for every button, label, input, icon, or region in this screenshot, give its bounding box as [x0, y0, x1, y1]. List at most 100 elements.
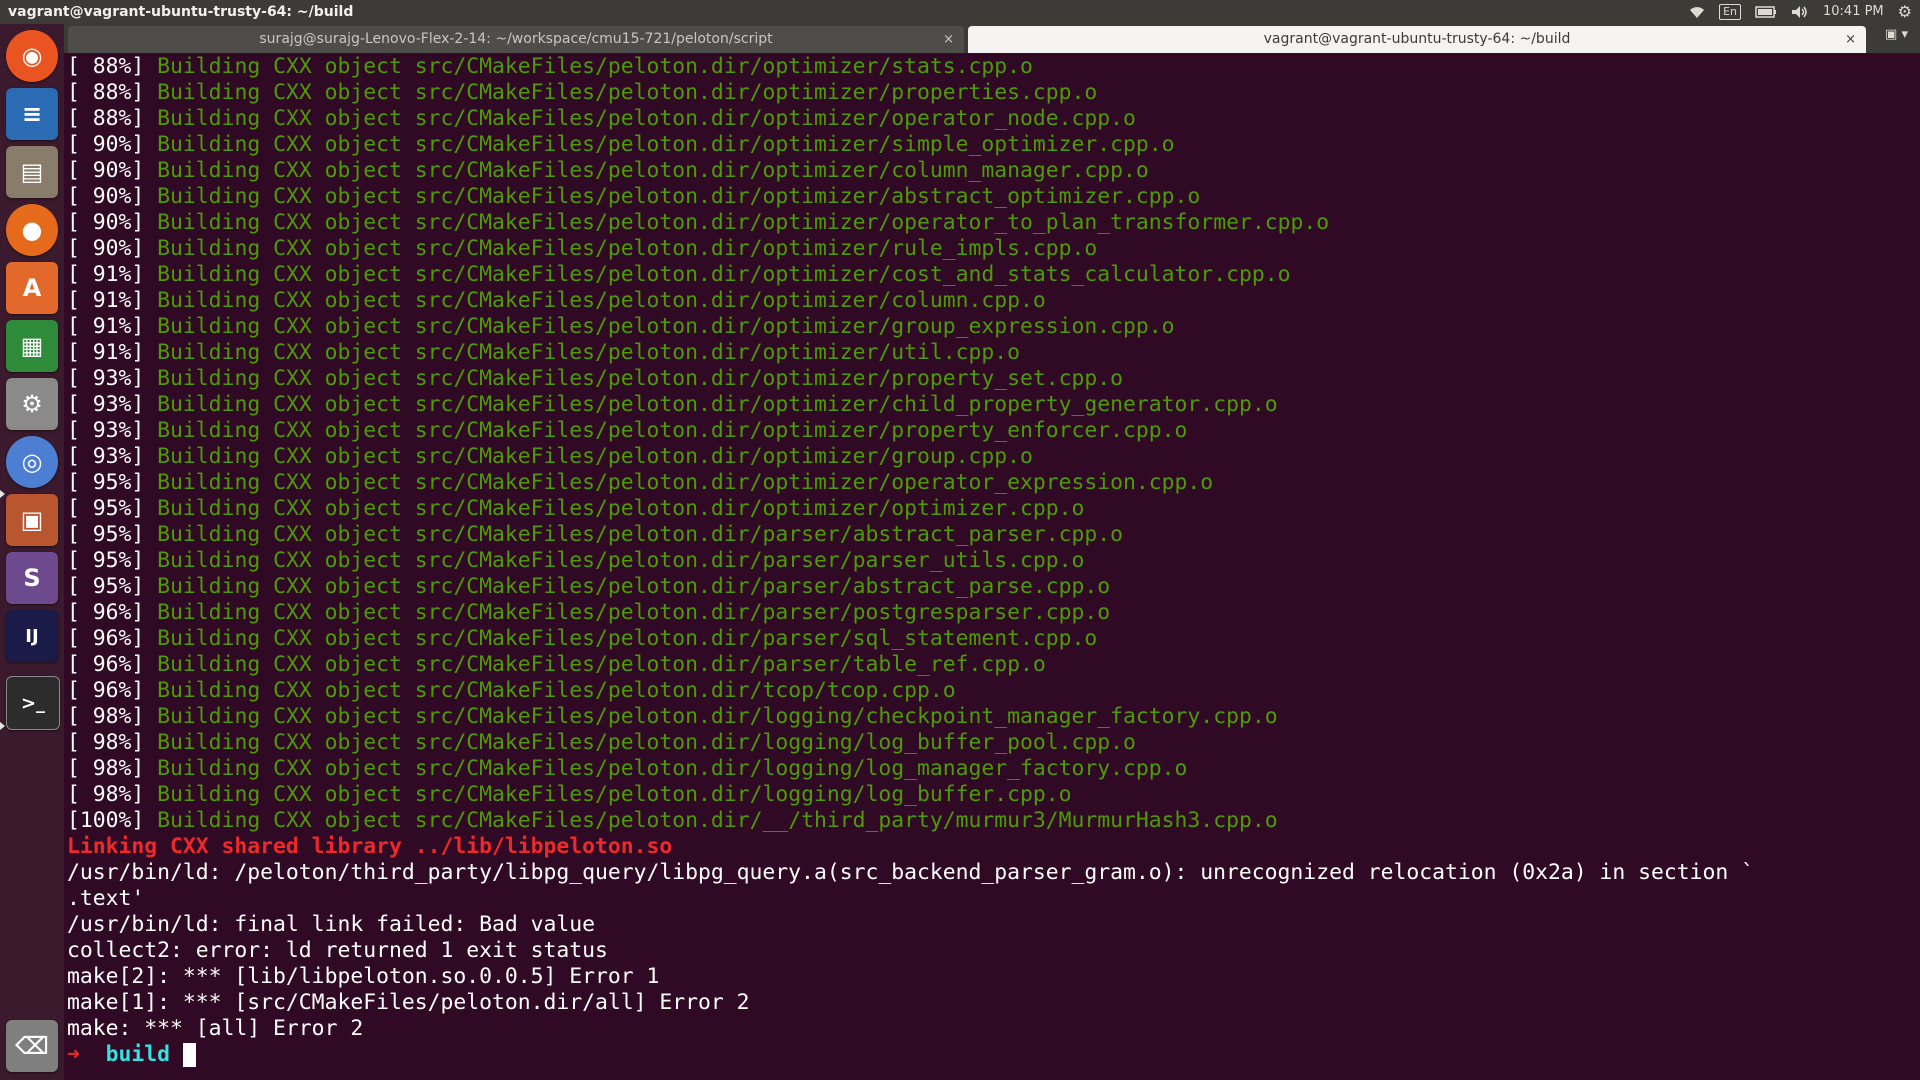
build-lines: [ 88%] Building CXX object src/CMakeFile…	[67, 54, 1920, 834]
intellij-icon[interactable]: IJ	[6, 610, 58, 662]
ubuntu-dash-icon[interactable]: ◉	[6, 30, 58, 82]
progress-percent: [ 96%]	[67, 600, 145, 625]
build-message: Building CXX object src/CMakeFiles/pelot…	[157, 54, 1033, 79]
link-line: Linking CXX shared library ../lib/libpel…	[67, 834, 673, 859]
software-center-icon[interactable]: A	[6, 262, 58, 314]
output-line: /usr/bin/ld: final link failed: Bad valu…	[67, 912, 596, 937]
tab-bar: surajg@surajg-Lenovo-Flex-2-14: ~/worksp…	[64, 24, 1920, 54]
build-message: Building CXX object src/CMakeFiles/pelot…	[157, 756, 1188, 781]
trash-icon[interactable]: ⌫	[6, 1020, 58, 1072]
keyboard-layout-indicator[interactable]: En	[1719, 4, 1741, 20]
writer-icon[interactable]: ≡	[6, 88, 58, 140]
top-panel: vagrant@vagrant-ubuntu-trusty-64: ~/buil…	[0, 0, 1920, 24]
terminal-icon[interactable]: >_	[6, 676, 60, 730]
clock[interactable]: 10:41 PM	[1823, 0, 1884, 24]
build-line: [ 98%] Building CXX object src/CMakeFile…	[67, 756, 1920, 782]
wifi-icon[interactable]	[1689, 5, 1705, 19]
build-message: Building CXX object src/CMakeFiles/pelot…	[157, 626, 1098, 651]
close-icon[interactable]: ×	[1845, 26, 1856, 53]
running-indicator	[0, 722, 5, 730]
build-message: Building CXX object src/CMakeFiles/pelot…	[157, 366, 1124, 391]
calc-icon[interactable]: ▦	[6, 320, 58, 372]
build-line: [ 98%] Building CXX object src/CMakeFile…	[67, 782, 1920, 808]
progress-percent: [ 95%]	[67, 496, 145, 521]
prompt-arrow: ➜	[67, 1042, 80, 1067]
build-line: [ 91%] Building CXX object src/CMakeFile…	[67, 314, 1920, 340]
build-line: [ 88%] Building CXX object src/CMakeFile…	[67, 80, 1920, 106]
build-line: [ 90%] Building CXX object src/CMakeFile…	[67, 132, 1920, 158]
progress-percent: [ 90%]	[67, 236, 145, 261]
close-icon[interactable]: ×	[943, 26, 954, 53]
tab-menu-icon[interactable]: ▣ ▾	[1885, 27, 1908, 42]
build-message: Building CXX object src/CMakeFiles/pelot…	[157, 704, 1278, 729]
progress-percent: [ 96%]	[67, 626, 145, 651]
build-message: Building CXX object src/CMakeFiles/pelot…	[157, 418, 1188, 443]
progress-percent: [100%]	[67, 808, 145, 833]
progress-percent: [ 88%]	[67, 106, 145, 131]
window-title: vagrant@vagrant-ubuntu-trusty-64: ~/buil…	[8, 4, 354, 20]
chromium-icon[interactable]: ◎	[6, 436, 58, 488]
build-message: Building CXX object src/CMakeFiles/pelot…	[157, 730, 1136, 755]
battery-icon[interactable]	[1755, 6, 1777, 18]
shell-prompt[interactable]: ➜ build	[67, 1042, 1920, 1068]
build-message: Building CXX object src/CMakeFiles/pelot…	[157, 782, 1072, 807]
firefox-icon[interactable]: ●	[6, 204, 58, 256]
progress-percent: [ 98%]	[67, 704, 145, 729]
progress-percent: [ 95%]	[67, 470, 145, 495]
progress-percent: [ 93%]	[67, 366, 145, 391]
output-line: make[1]: *** [src/CMakeFiles/peloton.dir…	[67, 990, 750, 1015]
build-message: Building CXX object src/CMakeFiles/pelot…	[157, 522, 1124, 547]
progress-percent: [ 91%]	[67, 262, 145, 287]
prompt-directory: build	[105, 1042, 171, 1067]
progress-percent: [ 96%]	[67, 678, 145, 703]
progress-percent: [ 93%]	[67, 418, 145, 443]
progress-percent: [ 98%]	[67, 756, 145, 781]
output-line: collect2: error: ld returned 1 exit stat…	[67, 938, 608, 963]
build-line: [ 93%] Building CXX object src/CMakeFile…	[67, 392, 1920, 418]
progress-percent: [ 96%]	[67, 652, 145, 677]
build-message: Building CXX object src/CMakeFiles/pelot…	[157, 548, 1085, 573]
settings-icon[interactable]: ⚙	[6, 378, 58, 430]
progress-percent: [ 88%]	[67, 54, 145, 79]
build-line: [ 90%] Building CXX object src/CMakeFile…	[67, 236, 1920, 262]
progress-percent: [ 98%]	[67, 730, 145, 755]
build-line: [ 95%] Building CXX object src/CMakeFile…	[67, 548, 1920, 574]
build-message: Building CXX object src/CMakeFiles/pelot…	[157, 600, 1111, 625]
build-line: [100%] Building CXX object src/CMakeFile…	[67, 808, 1920, 834]
slack-icon[interactable]: S	[6, 552, 58, 604]
build-line: [ 91%] Building CXX object src/CMakeFile…	[67, 288, 1920, 314]
build-line: [ 96%] Building CXX object src/CMakeFile…	[67, 600, 1920, 626]
tab-local-script[interactable]: surajg@surajg-Lenovo-Flex-2-14: ~/worksp…	[68, 26, 964, 53]
progress-percent: [ 90%]	[67, 158, 145, 183]
progress-percent: [ 90%]	[67, 132, 145, 157]
tab-vagrant-build[interactable]: vagrant@vagrant-ubuntu-trusty-64: ~/buil…	[968, 26, 1866, 53]
progress-percent: [ 91%]	[67, 314, 145, 339]
build-line: [ 88%] Building CXX object src/CMakeFile…	[67, 106, 1920, 132]
output-line: .text'	[67, 886, 145, 911]
build-message: Building CXX object src/CMakeFiles/pelot…	[157, 574, 1111, 599]
gear-icon[interactable]: ⚙	[1898, 0, 1912, 24]
progress-percent: [ 95%]	[67, 574, 145, 599]
build-message: Building CXX object src/CMakeFiles/pelot…	[157, 340, 1021, 365]
build-message: Building CXX object src/CMakeFiles/pelot…	[157, 652, 1046, 677]
terminal-output[interactable]: [ 88%] Building CXX object src/CMakeFile…	[64, 54, 1920, 1080]
files-icon[interactable]: ▤	[6, 146, 58, 198]
build-line: [ 95%] Building CXX object src/CMakeFile…	[67, 574, 1920, 600]
build-line: [ 88%] Building CXX object src/CMakeFile…	[67, 54, 1920, 80]
indicator-area: En 10:41 PM ⚙	[1689, 0, 1912, 24]
build-message: Building CXX object src/CMakeFiles/pelot…	[157, 236, 1098, 261]
progress-percent: [ 98%]	[67, 782, 145, 807]
build-line: [ 98%] Building CXX object src/CMakeFile…	[67, 704, 1920, 730]
build-line: [ 95%] Building CXX object src/CMakeFile…	[67, 522, 1920, 548]
impress-icon[interactable]: ▣	[6, 494, 58, 546]
tab-label: vagrant@vagrant-ubuntu-trusty-64: ~/buil…	[1263, 31, 1571, 47]
build-line: [ 95%] Building CXX object src/CMakeFile…	[67, 470, 1920, 496]
build-message: Building CXX object src/CMakeFiles/pelot…	[157, 444, 1033, 469]
progress-percent: [ 93%]	[67, 444, 145, 469]
build-line: [ 90%] Building CXX object src/CMakeFile…	[67, 158, 1920, 184]
volume-icon[interactable]	[1791, 5, 1809, 19]
build-message: Building CXX object src/CMakeFiles/pelot…	[157, 470, 1214, 495]
build-message: Building CXX object src/CMakeFiles/pelot…	[157, 678, 956, 703]
build-line: [ 93%] Building CXX object src/CMakeFile…	[67, 366, 1920, 392]
build-message: Building CXX object src/CMakeFiles/pelot…	[157, 314, 1175, 339]
